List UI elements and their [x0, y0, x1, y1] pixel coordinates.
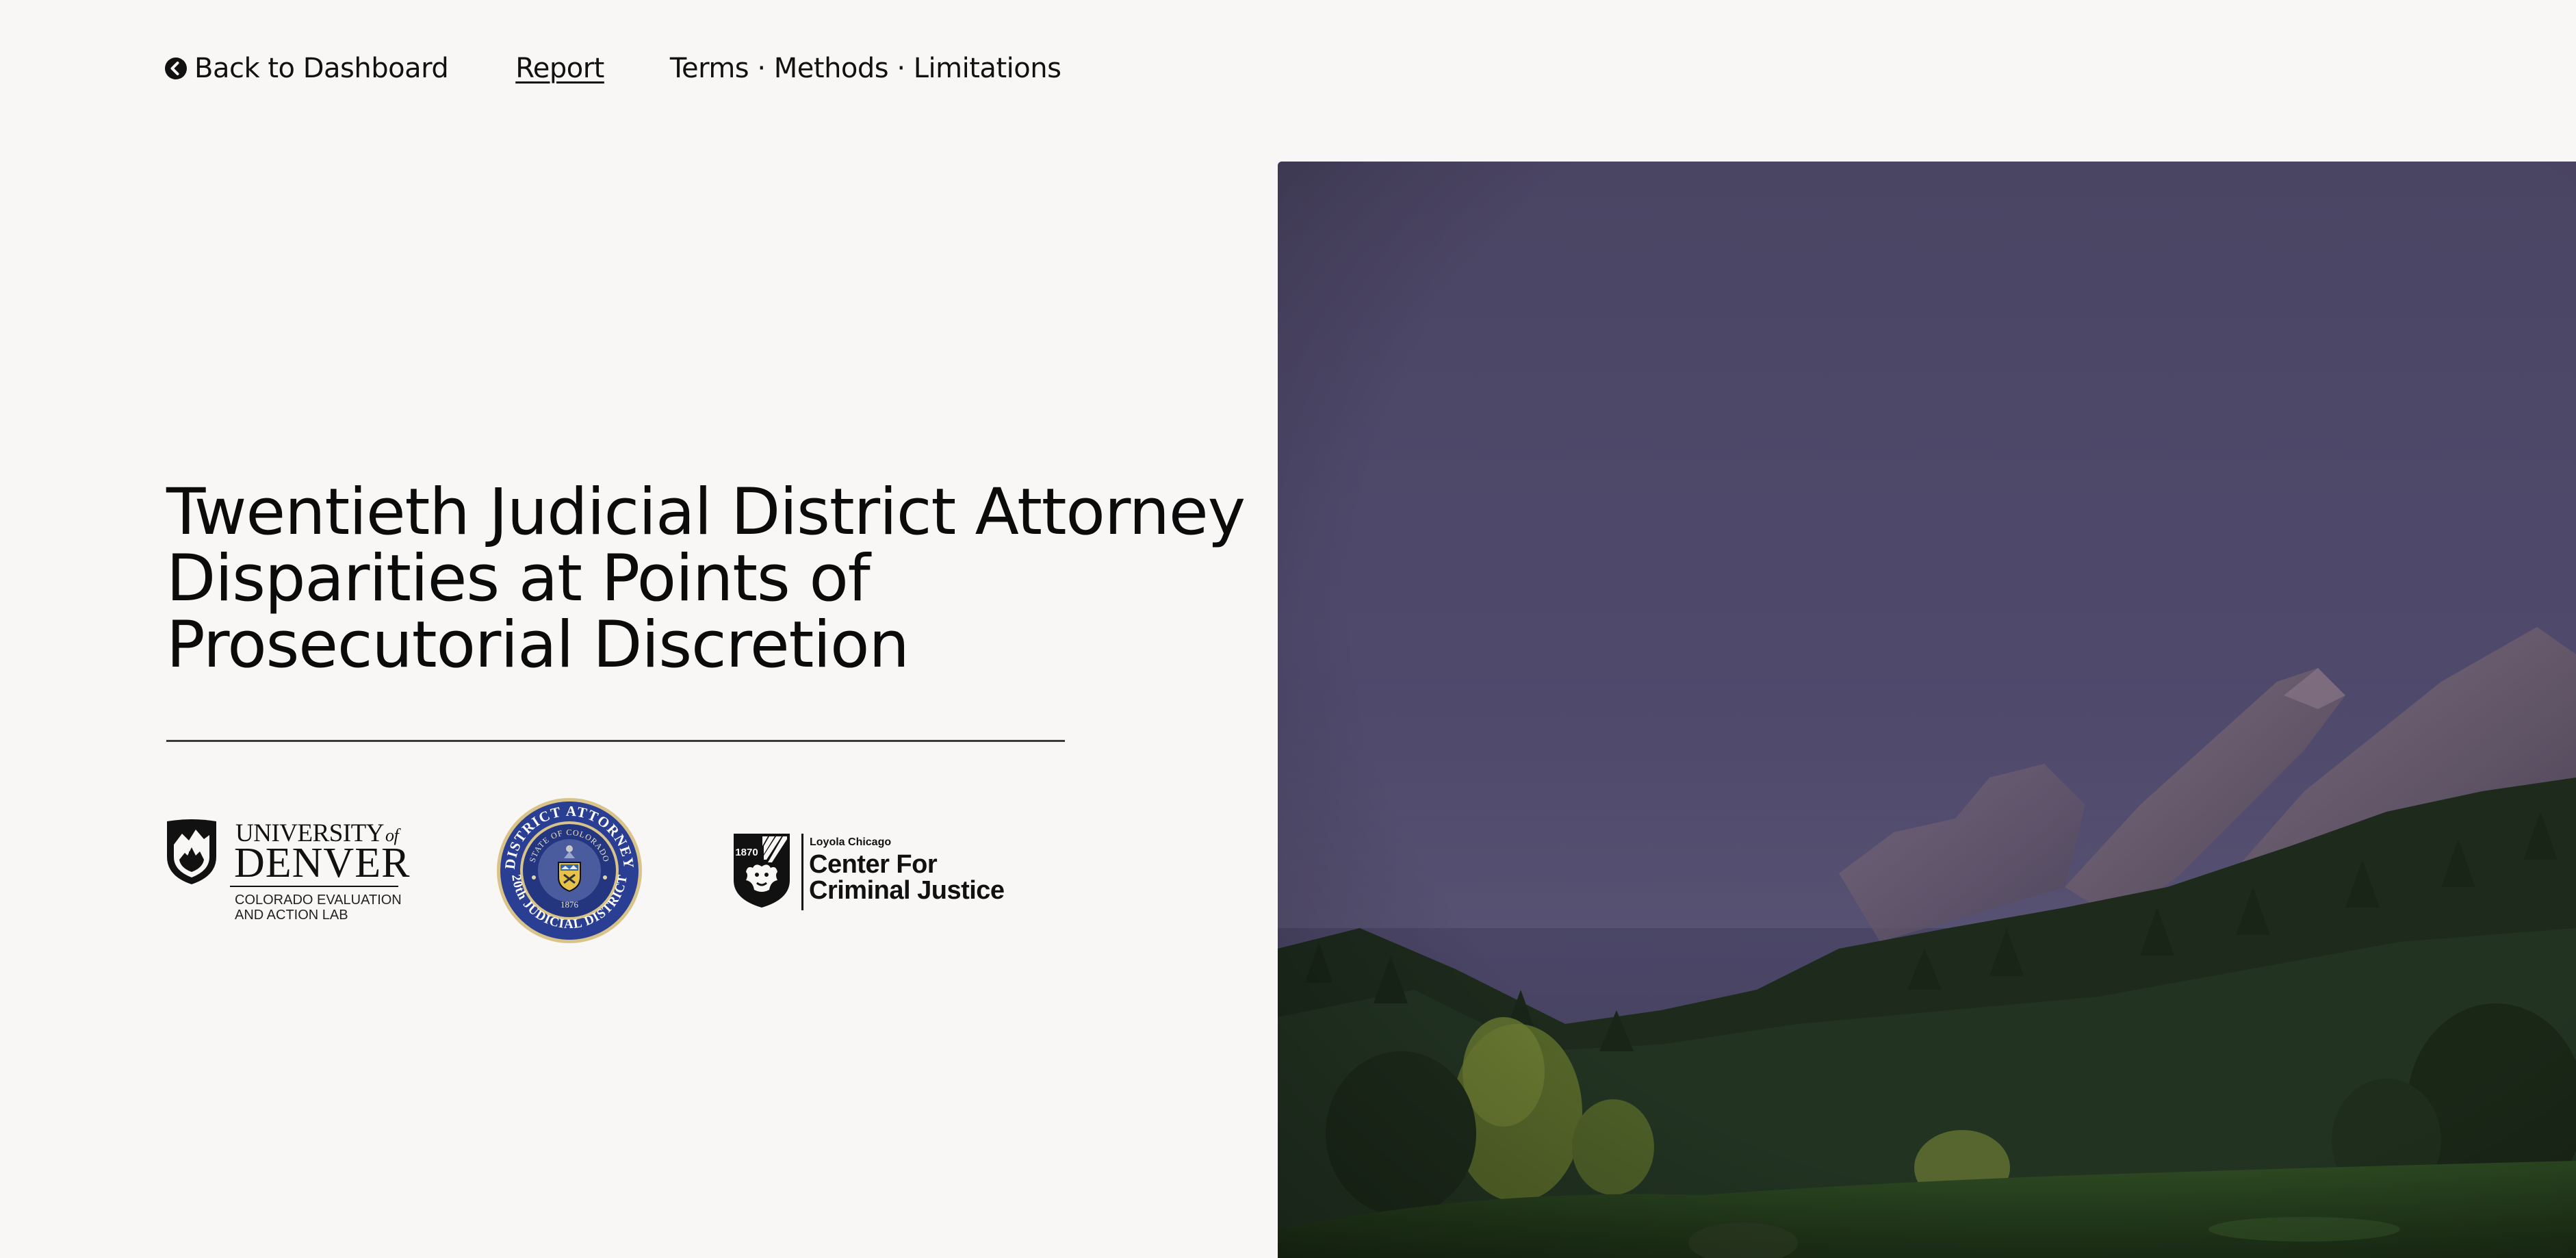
- du-denver-text: DENVER: [234, 840, 411, 886]
- landing-page: Back to Dashboard Report Terms · Methods…: [0, 0, 2576, 1258]
- du-sub-line-1: COLORADO EVALUATION: [235, 893, 402, 908]
- back-to-dashboard-label: Back to Dashboard: [194, 53, 449, 84]
- title-divider: [166, 740, 1065, 742]
- top-nav: Back to Dashboard Report Terms · Methods…: [164, 51, 1061, 86]
- center-for-criminal-justice-logo: 1870 Loyola Chicago Center For Criminal …: [732, 831, 1013, 913]
- ccj-divider: [801, 834, 803, 910]
- report-link[interactable]: Report: [515, 53, 604, 84]
- university-of-denver-logo: UNIVERSITYof DENVER COLORADO EVALUATION …: [164, 817, 409, 927]
- page-title: Twentieth Judicial District Attorney Dis…: [166, 479, 1261, 678]
- seal-year: 1876: [561, 899, 579, 910]
- ccj-year: 1870: [735, 847, 758, 858]
- terms-methods-limitations-link[interactable]: Terms · Methods · Limitations: [670, 53, 1061, 84]
- seal-icon: DISTRICT ATTORNEY 20th JUDICIAL DISTRICT…: [497, 798, 642, 943]
- arrow-circle-left-icon: [164, 57, 188, 80]
- page-title-line-1: Twentieth Judicial District Attorney: [166, 475, 1246, 550]
- back-to-dashboard-link[interactable]: Back to Dashboard: [164, 53, 449, 84]
- page-title-line-3: Prosecutorial Discretion: [166, 608, 910, 682]
- district-attorney-seal: DISTRICT ATTORNEY 20th JUDICIAL DISTRICT…: [495, 797, 643, 945]
- ccj-shield-icon: 1870: [734, 834, 790, 908]
- hero-mountain-image: [1278, 162, 2576, 1258]
- du-shield-icon: [167, 819, 216, 884]
- du-sub-line-2: AND ACTION LAB: [235, 908, 348, 923]
- ccj-line-1: Center For: [809, 850, 938, 879]
- ccj-small-text: Loyola Chicago: [810, 836, 892, 848]
- ccj-line-2: Criminal Justice: [809, 876, 1005, 905]
- du-rule: [230, 886, 398, 887]
- page-title-line-2: Disparities at Points of: [166, 541, 871, 616]
